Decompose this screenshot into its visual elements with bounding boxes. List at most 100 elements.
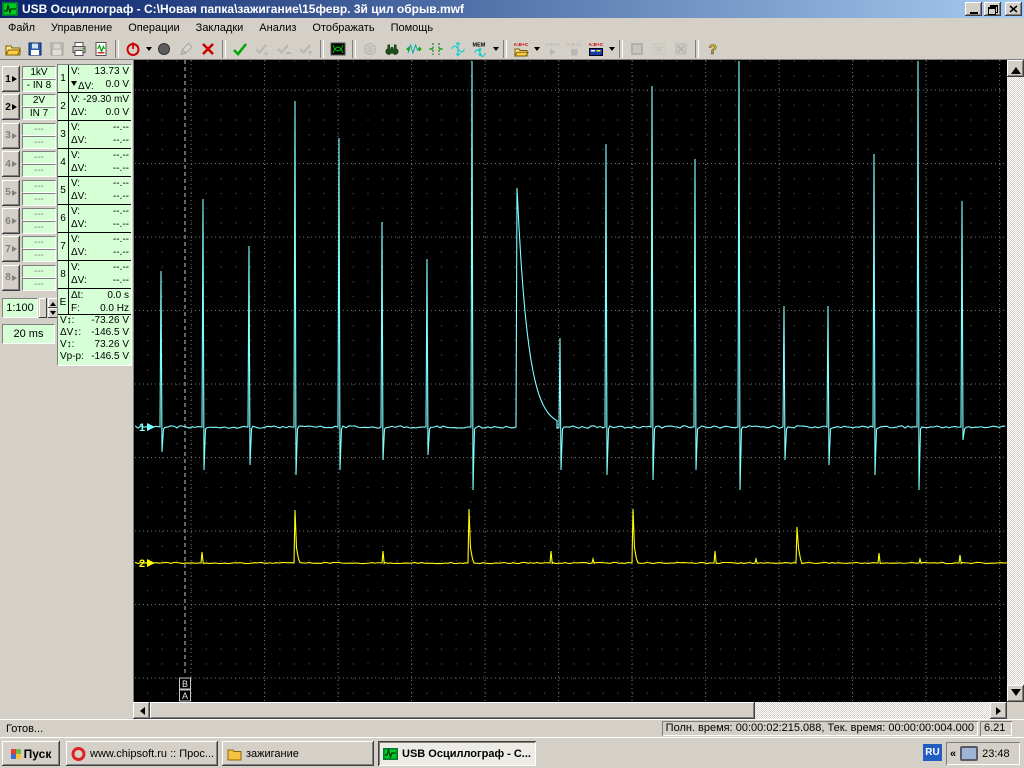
channel-4-range[interactable]: --- <box>22 151 56 164</box>
channel-6-input[interactable]: --- <box>22 221 56 234</box>
channel-6-button[interactable]: 6 <box>2 208 20 234</box>
channel-2-range[interactable]: 2V <box>22 94 56 107</box>
dt-label: Δt: <box>71 289 83 302</box>
scroll-left-button[interactable] <box>133 702 150 719</box>
apply-check-button[interactable] <box>229 39 251 59</box>
channel-2-input[interactable]: IN 7 <box>22 107 56 120</box>
f-label: F: <box>71 302 80 315</box>
edit-marks-button[interactable] <box>175 39 197 59</box>
arrow-down-icon <box>1011 689 1021 701</box>
save-all-button[interactable] <box>46 39 68 59</box>
scrollbar-thumb[interactable] <box>150 702 755 719</box>
save-file-button[interactable] <box>24 39 46 59</box>
taskbar-task-3[interactable]: USB Осциллограф - C... <box>378 741 536 766</box>
scroll-down-button[interactable] <box>1007 685 1024 702</box>
cursor-value: -146.5 V <box>91 351 129 363</box>
dv-value: --.-- <box>113 134 129 147</box>
open-file-button[interactable] <box>2 39 24 59</box>
channel-1-button[interactable]: 1 <box>2 66 20 92</box>
power-dropdown[interactable] <box>144 39 153 59</box>
timebase-box[interactable]: 20 ms <box>2 324 55 344</box>
apply-check-icon <box>232 41 248 57</box>
dv-label: ΔV: <box>71 218 87 231</box>
minimize-button[interactable] <box>965 2 982 16</box>
fit-waveform-button[interactable] <box>403 39 425 59</box>
start-button[interactable]: Пуск <box>2 741 60 766</box>
channel-6-range[interactable]: --- <box>22 208 56 221</box>
taskbar-task-2[interactable]: зажигание <box>222 741 374 766</box>
svg-text:MEM: MEM <box>473 42 486 48</box>
channel-8-range[interactable]: --- <box>22 265 56 278</box>
channel-7-input[interactable]: --- <box>22 249 56 262</box>
delete-record-button[interactable] <box>197 39 219 59</box>
measure-row-ch5: 5V:--.--ΔV:--.-- <box>58 177 131 205</box>
menu-item-4[interactable]: Закладки <box>188 20 252 36</box>
abc-stop-button[interactable]: A:B+C <box>563 39 585 59</box>
cursor-measure-row-4: Vp-p:-146.5 V <box>58 351 131 363</box>
channel-5-range[interactable]: --- <box>22 180 56 193</box>
memory-button[interactable]: MEM <box>469 39 491 59</box>
channel-2-button[interactable]: 2 <box>2 94 20 120</box>
vertical-cursors-button[interactable] <box>425 39 447 59</box>
channel-1-input[interactable]: - IN 8 <box>22 79 56 92</box>
channel-7-button[interactable]: 7 <box>2 236 20 262</box>
xy-display-button[interactable] <box>327 39 349 59</box>
region-dotted-button[interactable] <box>648 39 670 59</box>
help-button[interactable]: ? <box>702 39 724 59</box>
close-button[interactable] <box>1005 2 1022 16</box>
abc-play-button[interactable]: A:B+C <box>541 39 563 59</box>
chevron-down-icon <box>534 47 540 54</box>
language-indicator[interactable]: RU <box>923 744 942 761</box>
abc-display-dropdown[interactable] <box>607 39 616 59</box>
channel-4-button[interactable]: 4 <box>2 151 20 177</box>
channel-3-button[interactable]: 3 <box>2 123 20 149</box>
check-prev-button[interactable] <box>251 39 273 59</box>
window-title: USB Осциллограф - C:\Новая папка\зажиган… <box>22 2 963 16</box>
menu-item-7[interactable]: Помощь <box>383 20 442 36</box>
dv-label: ΔV: <box>71 190 87 203</box>
taskbar-task-1[interactable]: www.chipsoft.ru :: Прос... <box>66 741 218 766</box>
probe-ratio-box[interactable]: 1:100 <box>2 298 38 318</box>
memory-dropdown[interactable] <box>491 39 500 59</box>
record-button[interactable] <box>153 39 175 59</box>
scroll-up-button[interactable] <box>1007 60 1024 77</box>
channel-3-input[interactable]: --- <box>22 136 56 149</box>
task-label: www.chipsoft.ru :: Прос... <box>90 748 214 760</box>
oscilloscope-display[interactable]: BA 12 <box>133 60 1007 702</box>
tray-chevron[interactable]: « <box>950 748 956 760</box>
channel-3-range[interactable]: --- <box>22 123 56 136</box>
search-button[interactable] <box>381 39 403 59</box>
menu-item-3[interactable]: Операции <box>120 20 187 36</box>
channel-4-input[interactable]: --- <box>22 164 56 177</box>
check-next-button[interactable] <box>295 39 317 59</box>
ratio-slider[interactable] <box>39 298 47 318</box>
dv-label: ΔV: <box>71 78 94 91</box>
check-all-button[interactable] <box>273 39 295 59</box>
channel-8-input[interactable]: --- <box>22 278 56 291</box>
channel-7-range[interactable]: --- <box>22 236 56 249</box>
time-cursors-button[interactable] <box>447 39 469 59</box>
channel-8-button[interactable]: 8 <box>2 265 20 291</box>
menu-item-6[interactable]: Отображать <box>304 20 382 36</box>
zoom-tool-button[interactable] <box>359 39 381 59</box>
horizontal-scrollbar[interactable] <box>133 702 1007 719</box>
menu-item-5[interactable]: Анализ <box>251 20 304 36</box>
abc-open-dropdown[interactable] <box>532 39 541 59</box>
channel-5-input[interactable]: --- <box>22 193 56 206</box>
print-preview-button[interactable] <box>90 39 112 59</box>
region-solid-button[interactable] <box>626 39 648 59</box>
abc-open-button[interactable]: A:B+C <box>510 39 532 59</box>
network-icon[interactable] <box>960 746 978 761</box>
scroll-right-button[interactable] <box>990 702 1007 719</box>
print-button[interactable] <box>68 39 90 59</box>
restore-button[interactable] <box>984 2 1001 16</box>
channel-1-range[interactable]: 1kV <box>22 66 56 79</box>
power-button[interactable] <box>122 39 144 59</box>
abc-display-button[interactable]: A:B+C <box>585 39 607 59</box>
vertical-scrollbar[interactable] <box>1007 60 1024 702</box>
menu-item-1[interactable]: Файл <box>0 20 43 36</box>
menu-item-2[interactable]: Управление <box>43 20 120 36</box>
channel-5-button[interactable]: 5 <box>2 180 20 206</box>
region-clear-button[interactable] <box>670 39 692 59</box>
fit-waveform-icon <box>406 41 422 57</box>
